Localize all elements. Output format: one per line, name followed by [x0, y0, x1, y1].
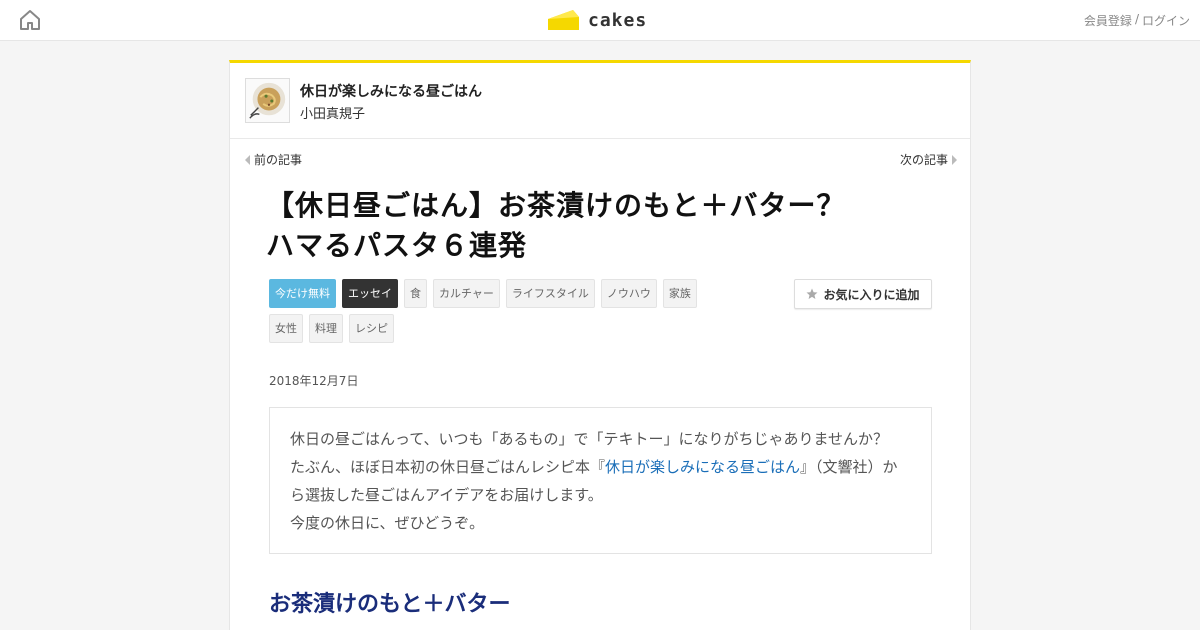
tag-culture[interactable]: カルチャー [433, 279, 500, 308]
article-card: 休日が楽しみになる昼ごはん 小田真規子 前の記事 次の記事 【休日昼ごはん】お茶… [229, 60, 971, 630]
book-title-link[interactable]: 休日が楽しみになる昼ごはん [605, 458, 800, 476]
lead-box: 休日の昼ごはんって、いつも「あるもの」で「テキトー」になりがちじゃありませんか？… [269, 407, 932, 554]
add-to-favorites-button[interactable]: お気に入りに追加 [794, 279, 932, 309]
star-icon [806, 288, 818, 299]
tag-food[interactable]: 食 [404, 279, 427, 308]
series-thumbnail[interactable] [245, 78, 290, 123]
article-title: 【休日昼ごはん】お茶漬けのもと＋バター？ ハマるパスタ６連発 [266, 189, 875, 262]
cheesecake-logo-icon [548, 9, 579, 30]
tag-know-how[interactable]: ノウハウ [600, 279, 657, 308]
publish-date: 2018年12月7日 [269, 374, 359, 388]
series-title[interactable]: 休日が楽しみになる昼ごはん [300, 81, 482, 101]
tag-recipe[interactable]: レシピ [349, 314, 394, 343]
tag-lifestyle[interactable]: ライフスタイル [505, 279, 595, 308]
register-link[interactable]: 会員登録 [1084, 12, 1132, 29]
tag-women[interactable]: 女性 [269, 314, 303, 343]
home-icon[interactable] [18, 8, 42, 32]
triangle-left-icon [245, 154, 250, 165]
section-heading: お茶漬けのもと＋バター [269, 592, 511, 617]
series-header: 休日が楽しみになる昼ごはん 小田真規子 [230, 63, 970, 139]
previous-article-link[interactable]: 前の記事 [245, 151, 302, 168]
pasta-dish-image [246, 79, 289, 122]
logo-text: cakes [588, 9, 648, 31]
series-author[interactable]: 小田真規子 [300, 103, 365, 122]
auth-links: 会員登録 / ログイン [1084, 12, 1190, 29]
tag-list: 今だけ無料 エッセイ 食 カルチャー ライフスタイル ノウハウ 家族 女性 料理… [269, 279, 709, 343]
lead-text-last: 今度の休日に、ぜひどうぞ。 [290, 514, 485, 532]
next-article-label: 次の記事 [899, 153, 948, 167]
tag-family[interactable]: 家族 [662, 279, 697, 308]
tag-free-now[interactable]: 今だけ無料 [269, 279, 336, 308]
tag-essay[interactable]: エッセイ [342, 279, 398, 308]
add-to-favorites-label: お気に入りに追加 [823, 287, 920, 302]
cakes-logo[interactable]: cakes [547, 6, 647, 34]
triangle-right-icon [952, 154, 957, 165]
top-bar: cakes 会員登録 / ログイン [0, 0, 1200, 41]
login-link[interactable]: ログイン [1142, 12, 1190, 29]
next-article-link[interactable]: 次の記事 [900, 151, 957, 168]
previous-article-label: 前の記事 [254, 153, 303, 167]
auth-separator: / [1134, 12, 1139, 26]
tag-cooking[interactable]: 料理 [309, 314, 343, 343]
